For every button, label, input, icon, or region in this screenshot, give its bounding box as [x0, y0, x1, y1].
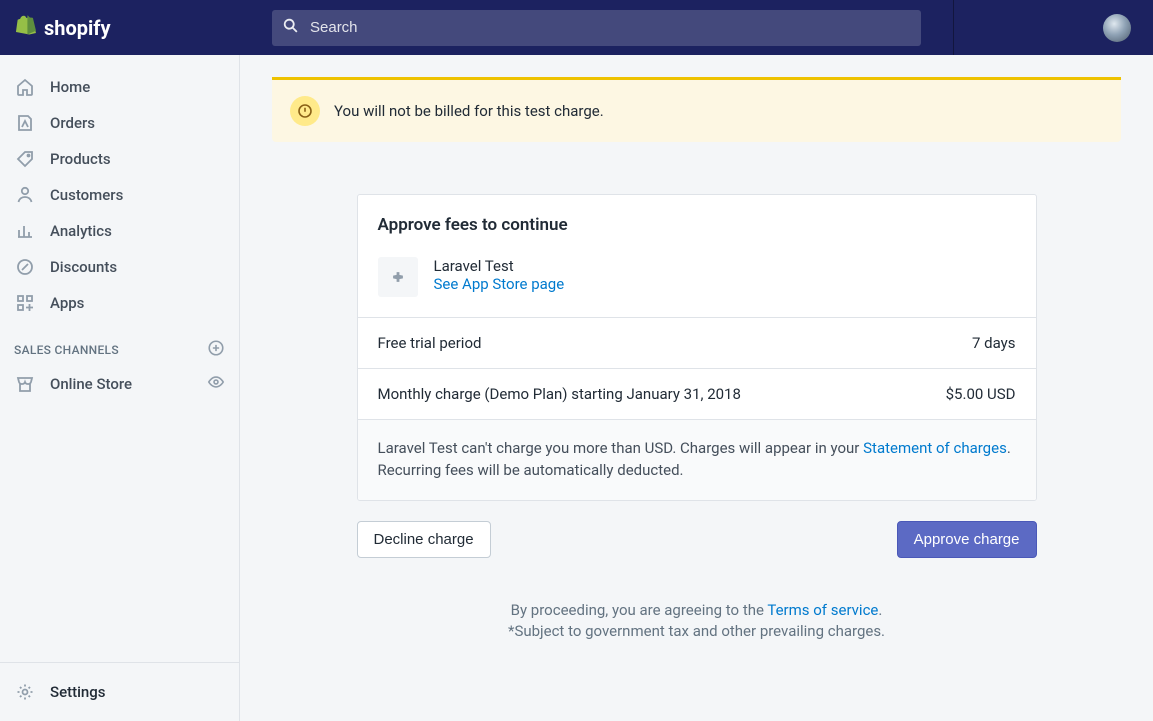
- nav-customers[interactable]: Customers: [0, 177, 239, 213]
- nav-orders[interactable]: Orders: [0, 105, 239, 141]
- search-input[interactable]: [272, 10, 921, 46]
- customers-icon: [14, 184, 36, 206]
- products-icon: [14, 148, 36, 170]
- app-placeholder-icon: [378, 257, 418, 297]
- shopify-bag-icon: [14, 15, 38, 41]
- nav-apps[interactable]: Apps: [0, 285, 239, 321]
- nav-online-store[interactable]: Online Store: [0, 366, 239, 402]
- top-bar: shopify: [0, 0, 1153, 55]
- charge-value: $5.00 USD: [946, 385, 1016, 403]
- nav-label: Online Store: [50, 375, 132, 393]
- main-content: You will not be billed for this test cha…: [240, 55, 1153, 721]
- view-store-icon[interactable]: [207, 373, 225, 395]
- nav-label: Discounts: [50, 258, 117, 276]
- nav-section-label: SALES CHANNELS: [14, 343, 119, 357]
- topbar-right: [953, 0, 1153, 55]
- nav-label: Home: [50, 78, 90, 96]
- avatar[interactable]: [1103, 14, 1131, 42]
- terms-suffix: .: [878, 601, 882, 619]
- nav-products[interactable]: Products: [0, 141, 239, 177]
- apps-icon: [14, 292, 36, 314]
- nav-label: Settings: [50, 683, 106, 701]
- banner-message: You will not be billed for this test cha…: [334, 102, 604, 120]
- terms-block: By proceeding, you are agreeing to the T…: [357, 600, 1037, 644]
- card-title: Approve fees to continue: [358, 195, 1036, 257]
- nav-label: Orders: [50, 114, 95, 132]
- trial-label: Free trial period: [378, 334, 482, 352]
- decline-button[interactable]: Decline charge: [357, 521, 491, 558]
- search-area: [240, 10, 953, 46]
- note-prefix: Laravel Test can't charge you more than …: [378, 439, 864, 457]
- terms-link[interactable]: Terms of service: [767, 601, 878, 619]
- charge-label: Monthly charge (Demo Plan) starting Janu…: [378, 385, 741, 403]
- add-channel-icon[interactable]: [207, 339, 225, 360]
- charge-row: Monthly charge (Demo Plan) starting Janu…: [358, 368, 1036, 419]
- info-banner: You will not be billed for this test cha…: [272, 77, 1121, 142]
- nav-section-sales-channels: SALES CHANNELS: [0, 339, 239, 360]
- app-row: Laravel Test See App Store page: [358, 257, 1036, 317]
- nav-discounts[interactable]: Discounts: [0, 249, 239, 285]
- terms-line2: *Subject to government tax and other pre…: [357, 621, 1037, 643]
- warning-icon: [290, 96, 320, 126]
- nav-label: Analytics: [50, 222, 112, 240]
- discounts-icon: [14, 256, 36, 278]
- brand-text: shopify: [44, 16, 111, 40]
- orders-icon: [14, 112, 36, 134]
- statement-link[interactable]: Statement of charges: [863, 439, 1007, 457]
- approve-button[interactable]: Approve charge: [897, 521, 1037, 558]
- home-icon: [14, 76, 36, 98]
- action-row: Decline charge Approve charge: [357, 521, 1037, 558]
- analytics-icon: [14, 220, 36, 242]
- app-store-link[interactable]: See App Store page: [434, 275, 565, 293]
- online-store-icon: [14, 373, 36, 395]
- trial-value: 7 days: [972, 334, 1016, 352]
- nav-label: Products: [50, 150, 111, 168]
- app-name: Laravel Test: [434, 257, 565, 275]
- nav-analytics[interactable]: Analytics: [0, 213, 239, 249]
- nav-home[interactable]: Home: [0, 69, 239, 105]
- card-footnote: Laravel Test can't charge you more than …: [358, 419, 1036, 500]
- search-icon: [282, 17, 300, 39]
- sidebar: Home Orders Products Customers Analytics…: [0, 55, 240, 721]
- logo[interactable]: shopify: [0, 15, 240, 41]
- gear-icon: [14, 681, 36, 703]
- terms-prefix: By proceeding, you are agreeing to the: [511, 601, 768, 619]
- trial-row: Free trial period 7 days: [358, 317, 1036, 368]
- nav-label: Customers: [50, 186, 123, 204]
- nav-settings[interactable]: Settings: [0, 662, 239, 721]
- approve-card: Approve fees to continue Laravel Test Se…: [357, 194, 1037, 501]
- nav-label: Apps: [50, 294, 84, 312]
